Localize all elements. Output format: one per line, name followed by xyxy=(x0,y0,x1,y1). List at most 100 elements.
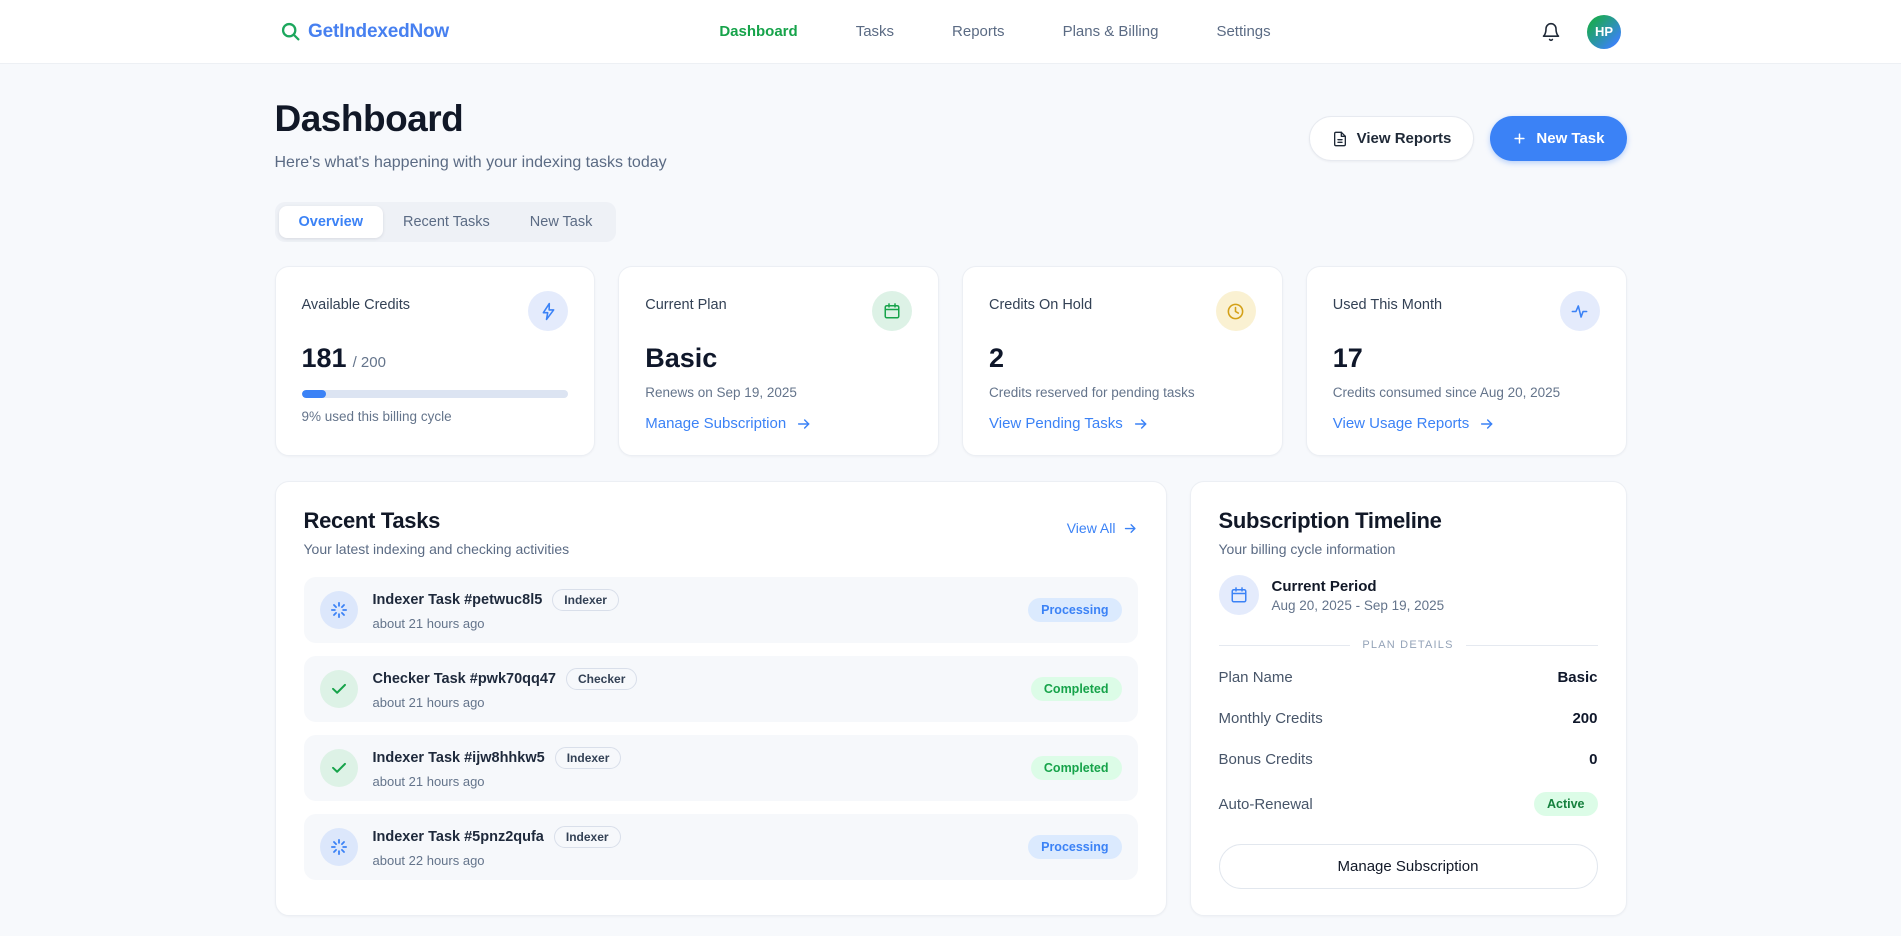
nav-settings[interactable]: Settings xyxy=(1216,23,1270,40)
spinner-icon xyxy=(330,838,348,856)
view-pending-tasks-link[interactable]: View Pending Tasks xyxy=(989,415,1149,432)
plan-details-divider: PLAN DETAILS xyxy=(1219,639,1598,651)
view-all-label: View All xyxy=(1067,520,1116,536)
current-period-row: Current Period Aug 20, 2025 - Sep 19, 20… xyxy=(1219,575,1598,615)
arrow-right-icon xyxy=(796,416,812,432)
plan-detail-label: Monthly Credits xyxy=(1219,710,1323,727)
credits-on-hold-value: 2 xyxy=(989,343,1004,374)
task-status-badge: Completed xyxy=(1031,756,1122,780)
new-task-button[interactable]: New Task xyxy=(1490,116,1626,161)
subscription-subtitle: Your billing cycle information xyxy=(1219,541,1598,557)
view-usage-reports-link-label: View Usage Reports xyxy=(1333,415,1469,432)
task-time: about 21 hours ago xyxy=(373,774,1031,789)
manage-subscription-link-label: Manage Subscription xyxy=(645,415,786,432)
available-credits-total: / 200 xyxy=(353,354,386,371)
plan-detail-value: 0 xyxy=(1589,751,1597,768)
clock-icon xyxy=(1216,291,1256,331)
plus-icon xyxy=(1512,131,1527,146)
task-type-badge: Indexer xyxy=(555,747,622,769)
current-period-value: Aug 20, 2025 - Sep 19, 2025 xyxy=(1272,598,1445,613)
plan-detail-row: Auto-Renewal Active xyxy=(1219,780,1598,828)
current-plan-card: Current Plan Basic Renews on Sep 19, 202… xyxy=(618,266,939,456)
view-all-link[interactable]: View All xyxy=(1067,520,1138,536)
notification-bell-icon[interactable] xyxy=(1541,22,1561,42)
task-status-badge: Completed xyxy=(1031,677,1122,701)
task-row[interactable]: Indexer Task #ijw8hhkw5 Indexer about 21… xyxy=(304,735,1138,801)
task-time: about 21 hours ago xyxy=(373,695,1031,710)
task-row[interactable]: Indexer Task #5pnz2qufa Indexer about 22… xyxy=(304,814,1138,880)
calendar-icon xyxy=(872,291,912,331)
plan-details-list: Plan Name Basic Monthly Credits 200 Bonu… xyxy=(1219,657,1598,828)
task-status-badge: Processing xyxy=(1028,598,1121,622)
lightning-icon xyxy=(528,291,568,331)
view-usage-reports-link[interactable]: View Usage Reports xyxy=(1333,415,1495,432)
plan-detail-row: Plan Name Basic xyxy=(1219,657,1598,698)
credits-progress-fill xyxy=(302,390,326,398)
activity-icon xyxy=(1560,291,1600,331)
nav-dashboard[interactable]: Dashboard xyxy=(719,23,797,40)
current-plan-note: Renews on Sep 19, 2025 xyxy=(645,385,912,400)
view-reports-button[interactable]: View Reports xyxy=(1309,116,1475,161)
task-row[interactable]: Checker Task #pwk70qq47 Checker about 21… xyxy=(304,656,1138,722)
used-this-month-card: Used This Month 17 Credits consumed sinc… xyxy=(1306,266,1627,456)
plan-detail-row: Bonus Credits 0 xyxy=(1219,739,1598,780)
task-list: Indexer Task #petwuc8l5 Indexer about 21… xyxy=(304,577,1138,880)
calendar-icon xyxy=(1219,575,1259,615)
arrow-right-icon xyxy=(1123,521,1138,536)
task-title: Checker Task #pwk70qq47 xyxy=(373,671,557,687)
subscription-timeline-panel: Subscription Timeline Your billing cycle… xyxy=(1190,481,1627,916)
stats-row: Available Credits 181 / 200 9% used this… xyxy=(275,266,1627,456)
available-credits-note: 9% used this billing cycle xyxy=(302,409,569,424)
document-icon xyxy=(1332,131,1348,147)
view-tabs: Overview Recent Tasks New Task xyxy=(275,202,617,242)
main-content: Dashboard Here's what's happening with y… xyxy=(275,64,1627,936)
top-header: GetIndexedNow Dashboard Tasks Reports Pl… xyxy=(0,0,1901,64)
tab-overview[interactable]: Overview xyxy=(279,206,384,238)
task-status-icon xyxy=(320,828,358,866)
used-this-month-value: 17 xyxy=(1333,343,1363,374)
recent-tasks-panel: Recent Tasks Your latest indexing and ch… xyxy=(275,481,1167,916)
credits-on-hold-card: Credits On Hold 2 Credits reserved for p… xyxy=(962,266,1283,456)
manage-subscription-link[interactable]: Manage Subscription xyxy=(645,415,812,432)
available-credits-label: Available Credits xyxy=(302,291,411,313)
tab-recent-tasks[interactable]: Recent Tasks xyxy=(383,206,510,238)
current-plan-label: Current Plan xyxy=(645,291,726,313)
arrow-right-icon xyxy=(1479,416,1495,432)
view-reports-label: View Reports xyxy=(1357,130,1452,147)
used-this-month-note: Credits consumed since Aug 20, 2025 xyxy=(1333,385,1600,400)
subscription-title: Subscription Timeline xyxy=(1219,508,1598,534)
task-row[interactable]: Indexer Task #petwuc8l5 Indexer about 21… xyxy=(304,577,1138,643)
nav-tasks[interactable]: Tasks xyxy=(856,23,894,40)
search-logo-icon xyxy=(280,21,301,42)
main-nav: Dashboard Tasks Reports Plans & Billing … xyxy=(449,23,1541,40)
plan-detail-label: Bonus Credits xyxy=(1219,751,1313,768)
current-period-label: Current Period xyxy=(1272,578,1445,595)
spinner-icon xyxy=(330,601,348,619)
check-icon xyxy=(330,680,348,698)
user-avatar[interactable]: HP xyxy=(1587,15,1621,49)
task-type-badge: Indexer xyxy=(554,826,621,848)
manage-subscription-button[interactable]: Manage Subscription xyxy=(1219,844,1598,889)
view-pending-tasks-link-label: View Pending Tasks xyxy=(989,415,1123,432)
nav-reports[interactable]: Reports xyxy=(952,23,1005,40)
task-time: about 22 hours ago xyxy=(373,853,1029,868)
task-title: Indexer Task #5pnz2qufa xyxy=(373,829,544,845)
task-status-icon xyxy=(320,670,358,708)
task-type-badge: Checker xyxy=(566,668,637,690)
page-title: Dashboard xyxy=(275,98,667,140)
nav-plans-billing[interactable]: Plans & Billing xyxy=(1063,23,1159,40)
task-status-icon xyxy=(320,749,358,787)
current-plan-value: Basic xyxy=(645,343,717,374)
tab-new-task[interactable]: New Task xyxy=(510,206,613,238)
task-time: about 21 hours ago xyxy=(373,616,1029,631)
plan-detail-value: Active xyxy=(1534,792,1598,816)
task-status-icon xyxy=(320,591,358,629)
app-logo[interactable]: GetIndexedNow xyxy=(280,21,449,43)
recent-tasks-title: Recent Tasks xyxy=(304,508,570,534)
arrow-right-icon xyxy=(1133,416,1149,432)
recent-tasks-subtitle: Your latest indexing and checking activi… xyxy=(304,541,570,557)
credits-on-hold-note: Credits reserved for pending tasks xyxy=(989,385,1256,400)
task-status-badge: Processing xyxy=(1028,835,1121,859)
plan-detail-value: Basic xyxy=(1557,669,1597,686)
credits-progress-bar xyxy=(302,390,569,398)
